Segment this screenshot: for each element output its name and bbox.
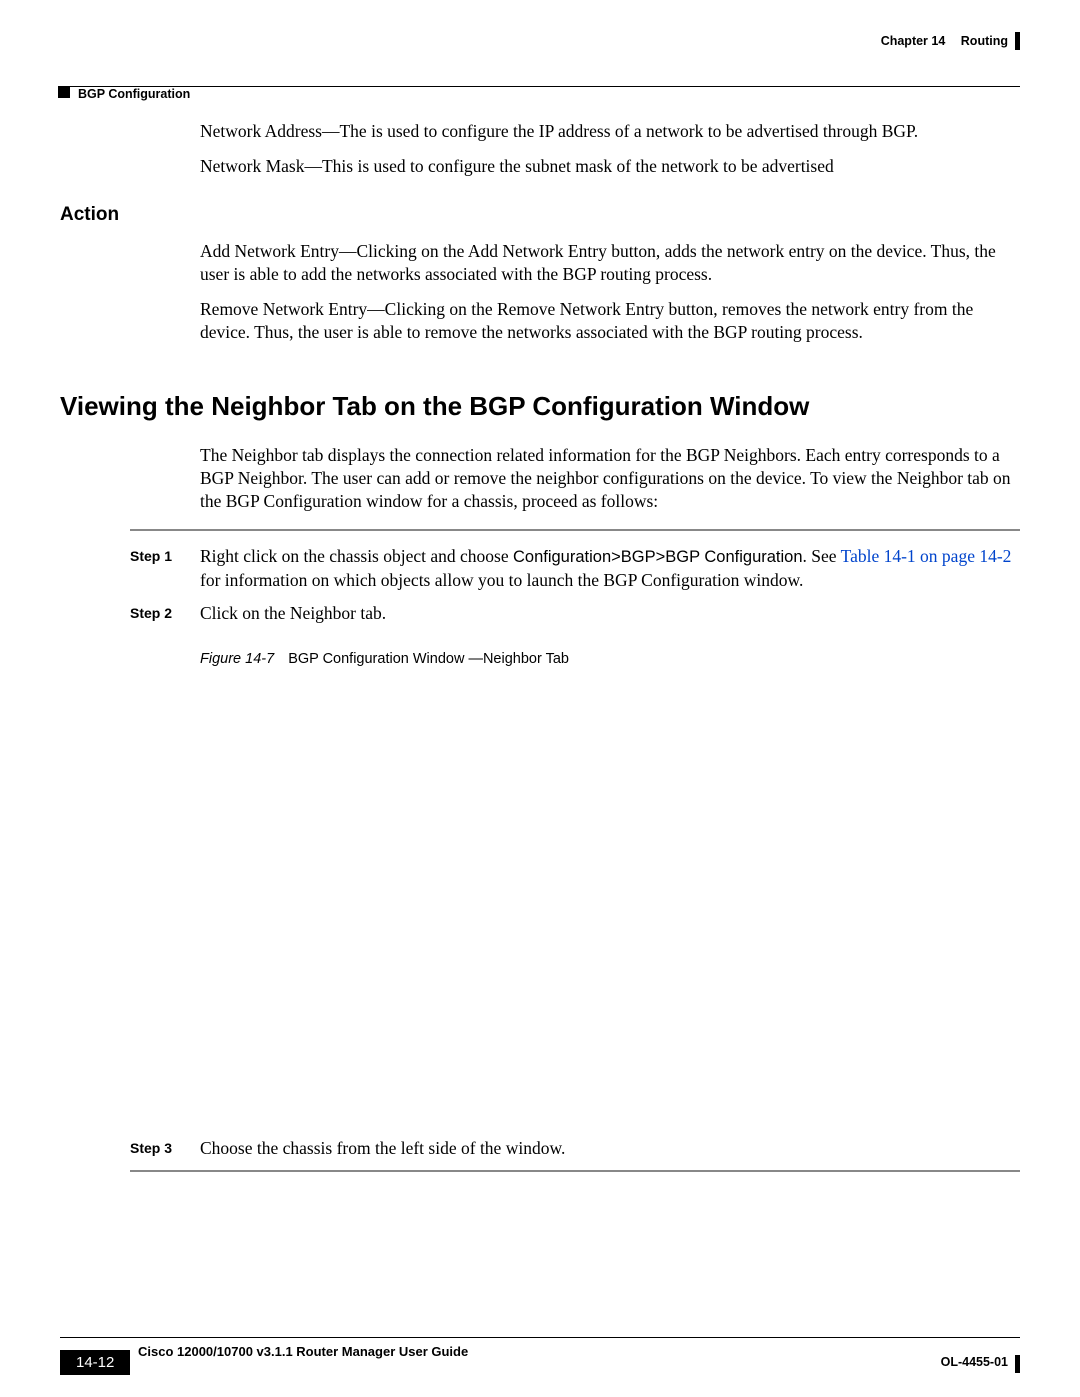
subheading-action: Action [60, 204, 1020, 226]
figure-placeholder [60, 667, 1020, 1137]
paragraph: Add Network Entry—Clicking on the Add Ne… [200, 240, 1020, 286]
footer-end-bar-icon [1015, 1355, 1020, 1373]
step-rule [130, 529, 1020, 531]
figure-id: Figure 14-7 [200, 651, 274, 667]
breadcrumb: BGP Configuration [78, 87, 190, 101]
paragraph: Network Mask—This is used to configure t… [200, 155, 1020, 178]
step-text: Choose the chassis from the left side of… [200, 1137, 1020, 1160]
paragraph: The Neighbor tab displays the connection… [200, 444, 1020, 513]
figure-caption: Figure 14-7 BGP Configuration Window —Ne… [200, 651, 1020, 667]
step-1: Step 1 Right click on the chassis object… [60, 545, 1020, 592]
paragraph: Remove Network Entry—Clicking on the Rem… [200, 298, 1020, 344]
page: Chapter 14 Routing BGP Configuration Net… [0, 0, 1080, 1397]
chapter-title: Routing [961, 34, 1008, 48]
step-3: Step 3 Choose the chassis from the left … [60, 1137, 1020, 1160]
text: . See [803, 546, 841, 566]
step-rule [130, 1170, 1020, 1172]
step-label: Step 3 [60, 1137, 200, 1160]
figure-title: BGP Configuration Window —Neighbor Tab [288, 651, 569, 667]
page-number: 14-12 [60, 1350, 130, 1375]
header-end-bar-icon [1015, 32, 1020, 50]
step-2: Step 2 Click on the Neighbor tab. [60, 602, 1020, 625]
text: Right click on the chassis object and ch… [200, 546, 513, 566]
header-rule [60, 86, 1020, 87]
page-body: Network Address—The is used to configure… [60, 120, 1020, 1172]
text: for information on which objects allow y… [200, 570, 803, 590]
header-chapter: Chapter 14 Routing [881, 34, 1008, 48]
heading-neighbor-tab: Viewing the Neighbor Tab on the BGP Conf… [60, 391, 1020, 422]
footer-rule [60, 1337, 1020, 1338]
nav-path: Configuration>BGP>BGP Configuration [513, 548, 803, 566]
chapter-number: Chapter 14 [881, 34, 946, 48]
footer-doc-id: OL-4455-01 [941, 1355, 1008, 1369]
page-footer: Cisco 12000/10700 v3.1.1 Router Manager … [60, 1337, 1020, 1359]
header-square-icon [58, 86, 70, 98]
footer-book-title: Cisco 12000/10700 v3.1.1 Router Manager … [138, 1344, 1020, 1359]
step-text: Click on the Neighbor tab. [200, 602, 1020, 625]
paragraph: Network Address—The is used to configure… [200, 120, 1020, 143]
step-label: Step 2 [60, 602, 200, 625]
xref-link[interactable]: Table 14-1 on page 14-2 [841, 546, 1012, 566]
step-text: Right click on the chassis object and ch… [200, 545, 1020, 592]
step-label: Step 1 [60, 545, 200, 592]
